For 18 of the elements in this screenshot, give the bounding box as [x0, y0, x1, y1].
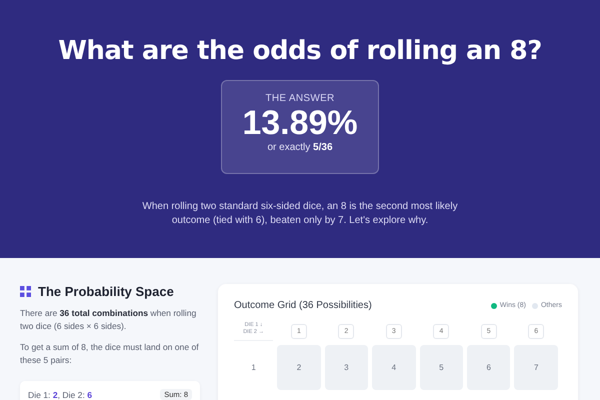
outcome-cell: 7 [514, 345, 558, 390]
row-header: 1 [250, 362, 257, 374]
outcome-cell: 6 [467, 345, 510, 390]
grid-title: Outcome Grid (36 Possibilities) [234, 300, 372, 311]
paragraph: There are 36 total combinations when rolling two dice (6 sides × 6 sides). [20, 307, 198, 333]
outcome-cell: 5 [420, 345, 464, 390]
section-title: The Probability Space [38, 284, 174, 299]
outcome-cell: 4 [372, 345, 416, 390]
paragraph: To get a sum of 8, the dice must land on one of these 5 pairs: [20, 341, 200, 367]
answer-label: THE ANSWER [265, 93, 335, 104]
grid-icon [20, 286, 31, 297]
outcome-cell: 2 [277, 345, 321, 390]
intro-text: When rolling two standard six-sided dice, an 8 is the second most likely outcome (tied with 6), beaten only by 7. Let's explore why. [141, 200, 459, 228]
answer-percentage: 13.89% [242, 104, 358, 142]
pair-text: Die 1: 2, Die 2: 6 [28, 390, 92, 400]
outcome-cell: 3 [324, 345, 368, 390]
answer-fraction: or exactly 5/36 [267, 142, 333, 153]
page-title: What are the odds of rolling an 8? [58, 36, 542, 66]
